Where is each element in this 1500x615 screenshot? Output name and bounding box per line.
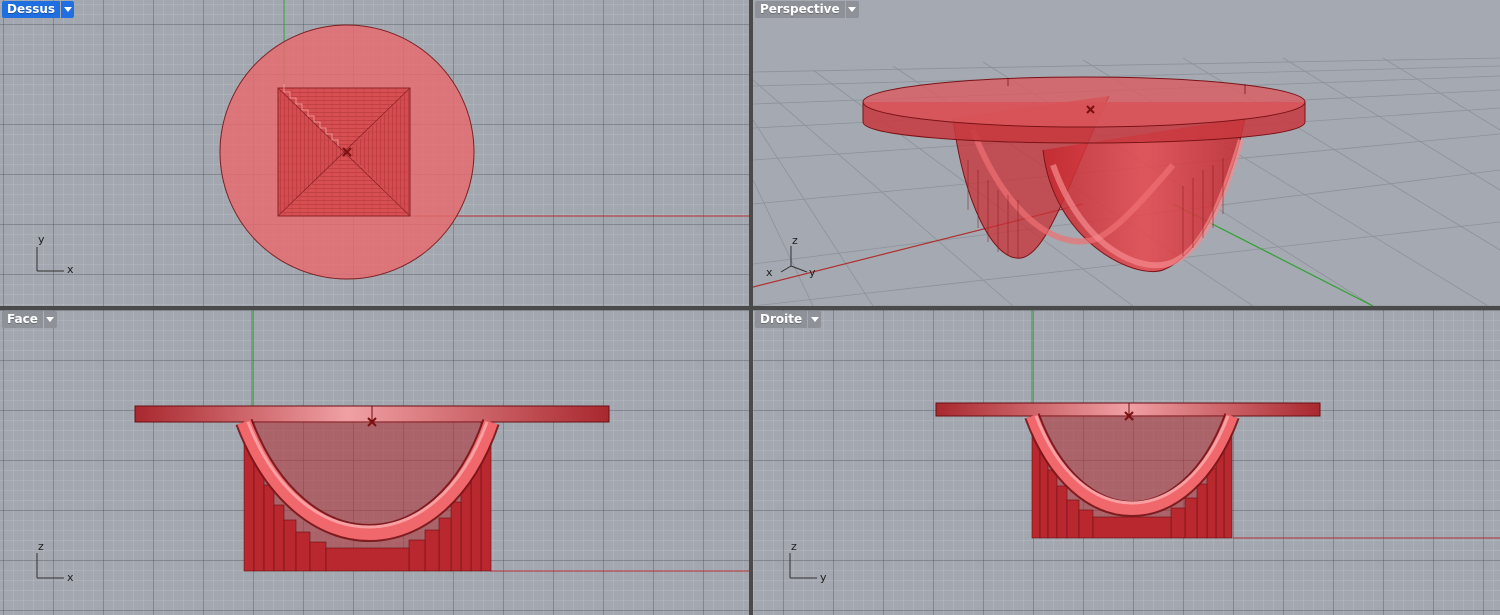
front-view-scene[interactable]: z x <box>0 310 749 615</box>
table-legs-bowls <box>1024 413 1240 539</box>
axis-gizmo-icon: z x y <box>766 234 816 279</box>
viewport-title-top[interactable]: Dessus <box>2 1 61 18</box>
axis-label-y: y <box>820 571 827 584</box>
viewport-perspective[interactable]: Perspective z x y <box>753 0 1500 306</box>
axis-label-y: y <box>809 266 816 279</box>
axis-label-z: z <box>792 234 798 247</box>
viewport-front[interactable]: Face z x <box>0 310 749 615</box>
viewport-right[interactable]: Droite z y <box>753 310 1500 615</box>
axis-label-x: x <box>67 571 74 584</box>
viewport-title-perspective[interactable]: Perspective <box>755 1 845 18</box>
viewport-title-right[interactable]: Droite <box>755 311 808 328</box>
viewport-tab-front[interactable]: Face <box>2 311 57 328</box>
axis-label-x: x <box>67 263 74 276</box>
axis-gizmo-icon: z y <box>789 540 827 584</box>
axis-gizmo-icon: z x <box>36 540 74 584</box>
viewport-tab-right[interactable]: Droite <box>755 311 822 328</box>
axis-label-z: z <box>791 540 797 553</box>
dropdown-arrow-icon[interactable] <box>61 1 75 18</box>
viewport-top[interactable]: Dessus y x <box>0 0 749 306</box>
axis-gizmo-icon: y x <box>36 233 74 276</box>
table-legs-bowls <box>235 418 500 572</box>
dropdown-arrow-icon[interactable] <box>43 311 57 328</box>
top-view-scene[interactable]: y x <box>0 0 749 306</box>
viewport-tab-top[interactable]: Dessus <box>2 1 75 18</box>
table-top-disc <box>862 76 1306 144</box>
axis-label-x: x <box>766 266 773 279</box>
axis-label-y: y <box>38 233 45 246</box>
dropdown-arrow-icon[interactable] <box>808 311 822 328</box>
axis-label-z: z <box>38 540 44 553</box>
viewport-title-front[interactable]: Face <box>2 311 43 328</box>
perspective-view-scene[interactable]: z x y <box>753 0 1500 306</box>
right-view-scene[interactable]: z y <box>753 310 1500 615</box>
viewport-tab-perspective[interactable]: Perspective <box>755 1 859 18</box>
dropdown-arrow-icon[interactable] <box>845 1 859 18</box>
